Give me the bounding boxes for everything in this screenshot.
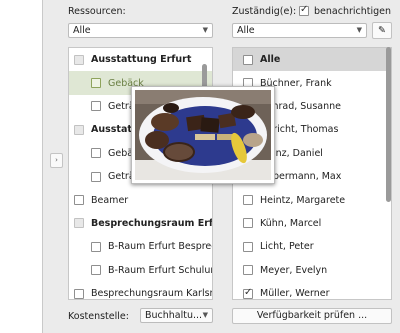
assignee-row[interactable]: Meyer, Evelyn: [233, 259, 391, 282]
resource-checkbox[interactable]: [74, 218, 84, 229]
cost-center-label: Kostenstelle:: [68, 311, 129, 322]
assignees-label: Zuständig(e):: [232, 6, 297, 17]
assignee-row[interactable]: Kühn, Marcel: [233, 212, 391, 235]
chevron-down-icon: ▼: [202, 311, 208, 319]
assignee-checkbox[interactable]: [243, 241, 253, 252]
resource-checkbox[interactable]: [91, 265, 101, 276]
assignee-label: Alle: [260, 54, 281, 66]
assignee-checkbox[interactable]: [243, 287, 253, 299]
assignees-scrollbar[interactable]: [386, 47, 391, 202]
pencil-icon: ✎: [378, 25, 386, 36]
resource-label: Ausstattung Erfurt: [91, 54, 192, 66]
resources-filter-value: Alle: [73, 25, 91, 36]
left-pane: [0, 0, 43, 333]
chevron-down-icon: ▼: [356, 26, 362, 34]
assignee-row[interactable]: Licht, Peter: [233, 235, 391, 258]
chevron-right-icon: ›: [55, 156, 58, 164]
resource-group-row[interactable]: Ausstattung Erfurt: [69, 48, 212, 71]
resource-label: Beamer: [91, 194, 129, 206]
chevron-down-icon: ▼: [202, 26, 208, 34]
resource-checkbox[interactable]: [74, 195, 84, 206]
assignee-checkbox[interactable]: [243, 195, 253, 206]
assignee-label: Heintz, Margarete: [260, 194, 346, 206]
edit-assignees-button[interactable]: ✎: [372, 22, 392, 39]
assignees-filter-value: Alle: [237, 25, 255, 36]
expand-pane-button[interactable]: ›: [50, 153, 63, 168]
resource-row[interactable]: B-Raum Erfurt Besprechung: [69, 235, 212, 258]
resource-checkbox[interactable]: [74, 54, 84, 65]
resource-checkbox[interactable]: [91, 241, 101, 252]
resource-checkbox[interactable]: [74, 124, 84, 135]
resource-row[interactable]: B-Raum Erfurt Schulung: [69, 259, 212, 282]
notify-label: benachrichtigen: [314, 6, 392, 17]
assignees-filter-select[interactable]: Alle ▼: [232, 23, 367, 38]
resource-checkbox[interactable]: [74, 288, 84, 299]
resource-row[interactable]: Besprechungsraum Karlsruhe: [69, 282, 212, 300]
resource-checkbox[interactable]: [91, 148, 101, 159]
assignee-row[interactable]: Heintz, Margarete: [233, 188, 391, 211]
resource-label: B-Raum Erfurt Besprechung: [108, 241, 212, 253]
cost-center-select[interactable]: Buchhaltu... ▼: [140, 308, 213, 323]
assignee-checkbox[interactable]: [243, 54, 253, 65]
cookie-plate-photo: [135, 90, 271, 180]
assignee-all-row[interactable]: Alle: [233, 48, 391, 72]
cost-center-value: Buchhaltu...: [145, 310, 203, 321]
resource-label: Besprechungsraum Erfurt: [91, 217, 212, 229]
resource-group-row[interactable]: Besprechungsraum Erfurt: [69, 212, 212, 235]
assignee-row[interactable]: Müller, Werner: [233, 282, 391, 300]
resource-checkbox[interactable]: [91, 78, 101, 89]
resource-checkbox[interactable]: [91, 171, 101, 182]
resources-filter-select[interactable]: Alle ▼: [68, 23, 213, 38]
resource-checkbox[interactable]: [91, 101, 101, 112]
resource-row[interactable]: Beamer: [69, 188, 212, 211]
assignee-checkbox[interactable]: [243, 218, 253, 229]
assignee-label: Licht, Peter: [260, 241, 314, 253]
resource-label: Besprechungsraum Karlsruhe: [91, 288, 212, 300]
check-availability-label: Verfügbarkeit prüfen ...: [256, 310, 368, 321]
resource-label: B-Raum Erfurt Schulung: [108, 264, 212, 276]
resources-label: Ressourcen:: [68, 6, 126, 17]
assignee-label: Meyer, Evelyn: [260, 264, 328, 276]
resource-preview-popup: [131, 86, 275, 184]
assignee-checkbox[interactable]: [243, 265, 253, 276]
notify-checkbox[interactable]: [299, 4, 309, 16]
assignee-label: Müller, Werner: [260, 288, 330, 300]
check-availability-button[interactable]: Verfügbarkeit prüfen ...: [232, 308, 392, 324]
assignee-label: Kühn, Marcel: [260, 217, 322, 229]
